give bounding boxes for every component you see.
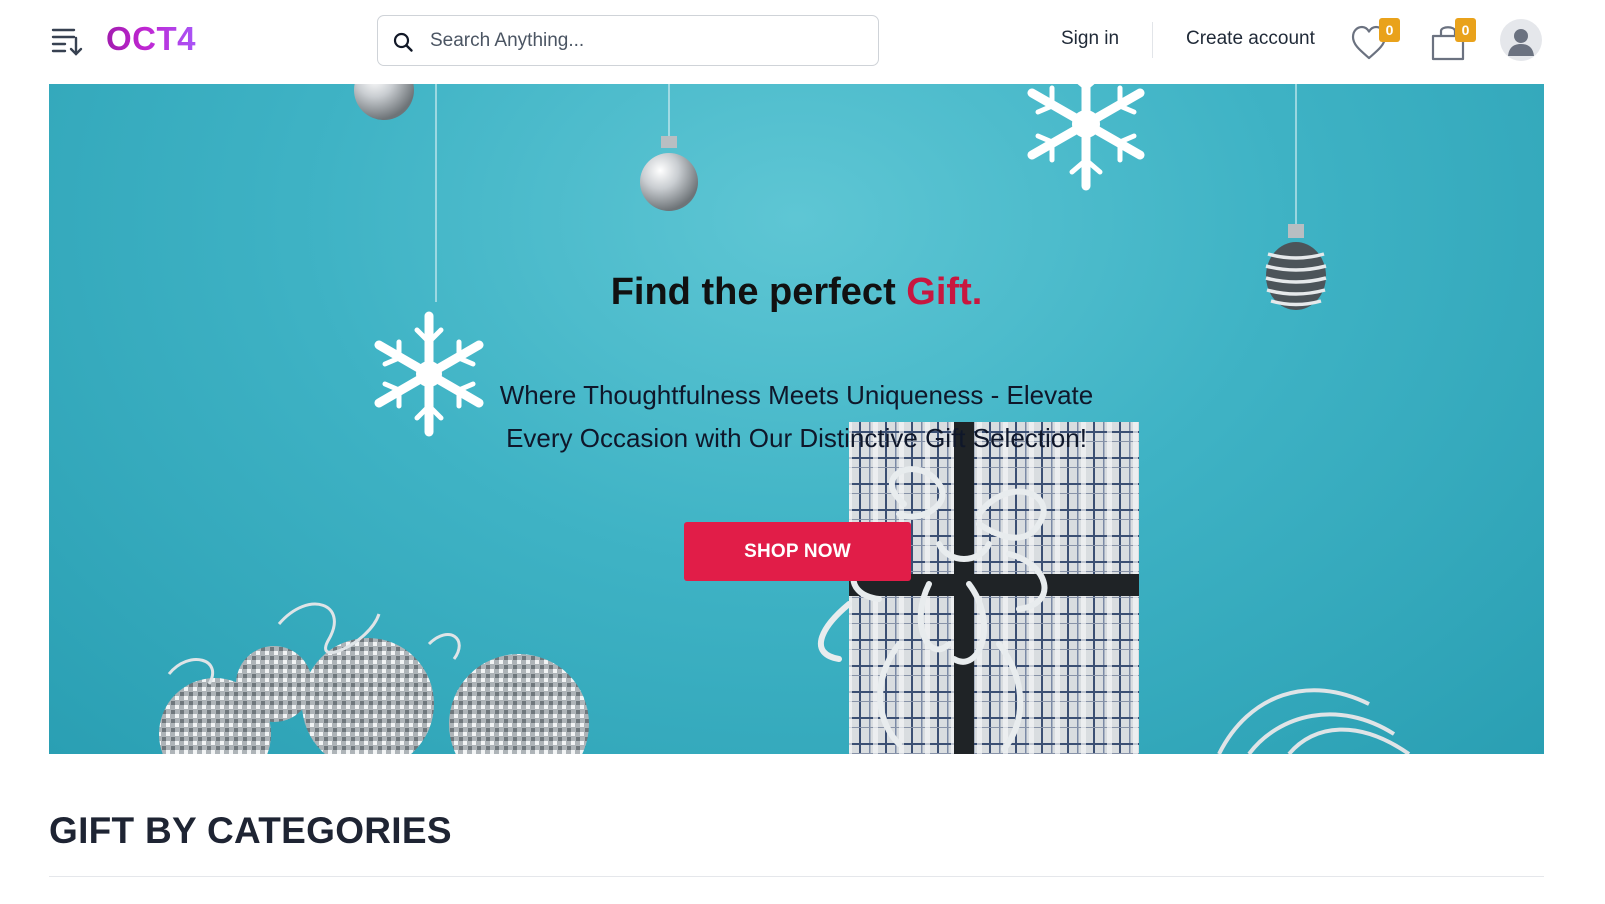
- wishlist-button[interactable]: 0: [1351, 18, 1400, 64]
- search-input[interactable]: [430, 24, 860, 58]
- wishlist-count-badge: 0: [1379, 18, 1400, 42]
- section-divider: [49, 876, 1544, 877]
- sort-menu-icon: [51, 28, 83, 56]
- hero-subtitle: Where Thoughtfulness Meets Uniqueness - …: [499, 380, 1094, 453]
- create-account-link[interactable]: Create account: [1186, 28, 1315, 50]
- sort-menu-button[interactable]: [50, 24, 84, 58]
- search-icon: [393, 32, 413, 52]
- sign-in-link[interactable]: Sign in: [1061, 28, 1119, 50]
- user-avatar-icon: [1508, 29, 1534, 56]
- page: OCT4 Sign in Create account 0 0: [0, 0, 1605, 904]
- site-logo[interactable]: OCT4: [106, 20, 196, 58]
- hero-banner: Find the perfect Gift. Where Thoughtfuln…: [49, 84, 1544, 754]
- shop-now-button[interactable]: SHOP NOW: [684, 522, 911, 581]
- hero-title-accent: Gift.: [906, 271, 983, 313]
- user-avatar-button[interactable]: [1500, 19, 1542, 61]
- section-title: GIFT BY CATEGORIES: [49, 810, 452, 851]
- search-bar: [377, 15, 879, 66]
- cart-button[interactable]: 0: [1428, 18, 1476, 64]
- header-divider: [1152, 22, 1153, 58]
- hero-title: Find the perfect Gift.: [49, 271, 1544, 314]
- cart-count-badge: 0: [1455, 18, 1476, 42]
- hero-title-main: Find the perfect: [610, 271, 896, 313]
- site-header: OCT4 Sign in Create account 0 0: [0, 0, 1605, 84]
